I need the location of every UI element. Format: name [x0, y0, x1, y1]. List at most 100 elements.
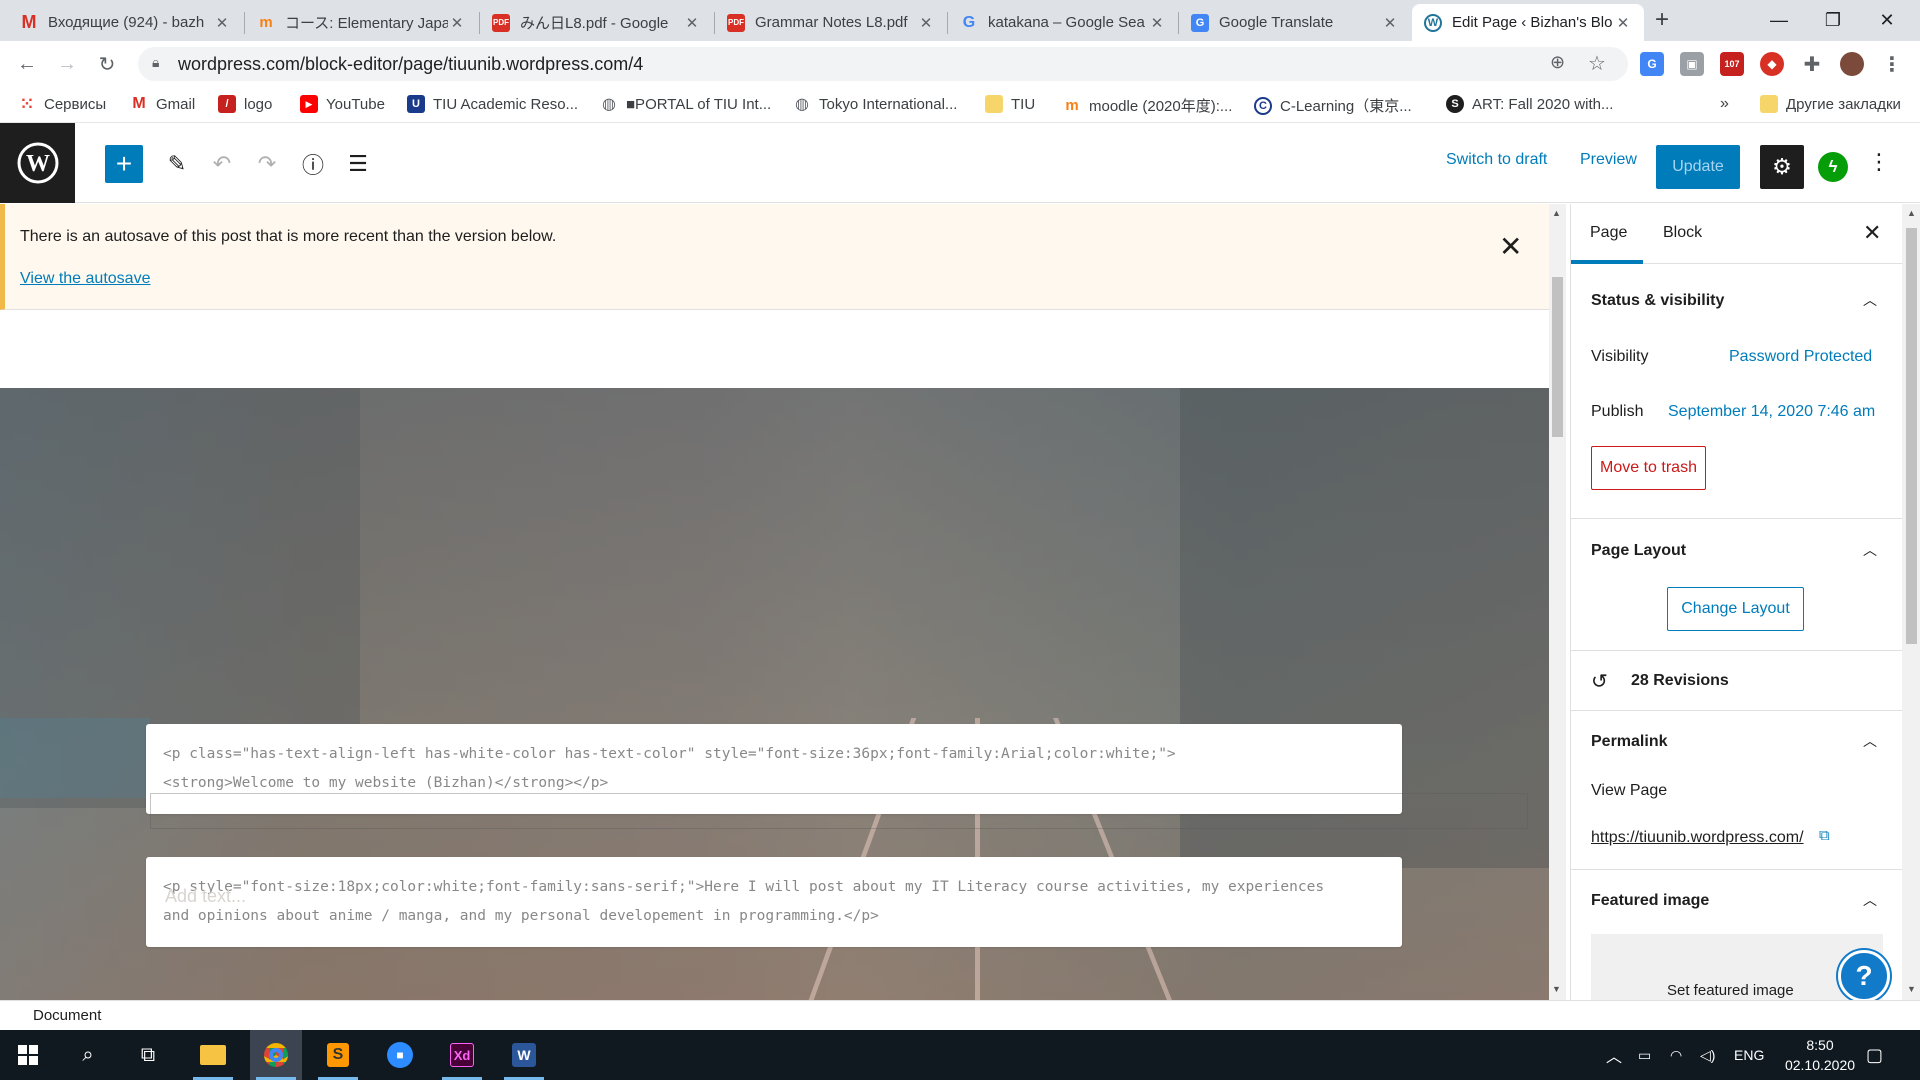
preview-button[interactable]: Preview — [1580, 151, 1637, 169]
bookmark-gmail[interactable]: M Gmail — [130, 95, 195, 113]
change-layout-button[interactable]: Change Layout — [1667, 587, 1804, 631]
chrome-icon[interactable] — [250, 1030, 302, 1080]
permalink-url[interactable]: https://tiuunib.wordpress.com/ — [1591, 829, 1804, 847]
reload-icon[interactable]: ↻ — [92, 49, 122, 79]
scrollbar-thumb[interactable] — [1552, 277, 1563, 437]
revisions-link[interactable]: 28 Revisions — [1631, 672, 1729, 690]
minimize-icon[interactable]: — — [1752, 0, 1806, 41]
browser-tab-pdf-2[interactable]: PDF Grammar Notes L8.pdf ✕ — [715, 4, 947, 41]
panel-title[interactable]: Featured image — [1591, 892, 1709, 910]
zoom-icon[interactable]: ■ — [374, 1030, 426, 1080]
bookmark-youtube[interactable]: ▶ YouTube — [300, 95, 385, 113]
forward-icon[interactable]: → — [52, 49, 82, 79]
other-bookmarks[interactable]: Другие закладки — [1760, 95, 1901, 113]
language-indicator[interactable]: ENG — [1734, 1030, 1764, 1080]
tab-page[interactable]: Page — [1590, 224, 1627, 242]
editor-scrollbar[interactable]: ▲ ▼ — [1549, 204, 1566, 1000]
panel-title[interactable]: Permalink — [1591, 733, 1667, 751]
bookmark-services[interactable]: ⁙ Сервисы — [18, 95, 106, 114]
bookmark-star-icon[interactable]: ☆ — [1588, 51, 1606, 76]
file-explorer-icon[interactable] — [187, 1030, 239, 1080]
browser-tab-gmail[interactable]: M Входящие (924) - bazh ✕ — [8, 4, 243, 41]
tray-chevron-icon[interactable]: ︿ — [1606, 1030, 1622, 1080]
scroll-down-icon[interactable]: ▼ — [1907, 984, 1916, 994]
restore-icon[interactable]: ❐ — [1806, 0, 1860, 41]
windows-start-icon[interactable] — [2, 1030, 54, 1080]
browser-tab-moodle[interactable]: m コース: Elementary Japan ✕ — [245, 4, 478, 41]
puzzle-icon[interactable]: ✚ — [1800, 52, 1824, 76]
bookmarks-overflow[interactable]: » — [1720, 95, 1729, 113]
sublime-icon[interactable]: S — [312, 1030, 364, 1080]
bookmark-tiu-academic[interactable]: U TIU Academic Reso... — [407, 95, 578, 113]
adobe-xd-icon[interactable]: Xd — [436, 1030, 488, 1080]
wifi-icon[interactable]: ◠ — [1670, 1030, 1682, 1080]
bookmark-tokyo-international[interactable]: ◍ Tokyo International... — [793, 95, 957, 114]
chevron-up-icon[interactable]: ︿ — [1863, 540, 1877, 560]
panel-title[interactable]: Page Layout — [1591, 542, 1686, 560]
tab-block[interactable]: Block — [1663, 224, 1702, 242]
close-tab-icon[interactable]: ✕ — [1381, 14, 1399, 32]
back-icon[interactable]: ← — [12, 49, 42, 79]
close-tab-icon[interactable]: ✕ — [683, 14, 701, 32]
close-tab-icon[interactable]: ✕ — [1148, 14, 1166, 32]
add-block-button[interactable]: + — [105, 145, 143, 183]
revisions-panel[interactable]: ↺ 28 Revisions — [1571, 651, 1902, 711]
cover-block[interactable]: <p class="has-text-align-left has-white-… — [0, 388, 1549, 1000]
extension-icon[interactable]: ▣ — [1680, 52, 1704, 76]
visibility-value[interactable]: Password Protected — [1729, 348, 1872, 366]
notifications-icon[interactable]: ▢ — [1866, 1030, 1883, 1080]
breadcrumb-document[interactable]: Document — [33, 1007, 101, 1024]
undo-icon[interactable]: ↶ — [203, 145, 241, 183]
help-icon[interactable]: ? — [1838, 950, 1890, 1002]
edit-tools-icon[interactable]: ✎ — [158, 145, 196, 183]
view-autosave-link[interactable]: View the autosave — [20, 270, 150, 288]
update-button[interactable]: Update — [1656, 145, 1740, 189]
address-bar[interactable]: 🔒︎ wordpress.com/block-editor/page/tiuun… — [138, 47, 1628, 81]
clock[interactable]: 8:50 02.10.2020 — [1768, 1030, 1872, 1080]
browser-tab-google-search[interactable]: G katakana – Google Sea ✕ — [948, 4, 1178, 41]
shield-extension-icon[interactable]: ◆ — [1760, 52, 1784, 76]
bookmark-logo[interactable]: / logo — [218, 95, 272, 113]
bookmark-clearning[interactable]: C C-Learning（東京... — [1254, 95, 1412, 116]
wordpress-logo-button[interactable]: W — [0, 123, 75, 203]
bookmark-art[interactable]: S ART: Fall 2020 with... — [1446, 95, 1613, 113]
close-sidebar-icon[interactable]: ✕ — [1863, 220, 1881, 246]
close-window-icon[interactable]: ✕ — [1860, 0, 1914, 41]
sidebar-scrollbar[interactable]: ▲ ▼ — [1902, 204, 1920, 1000]
panel-title[interactable]: Status & visibility — [1591, 292, 1724, 310]
jetpack-icon[interactable]: ϟ — [1818, 152, 1848, 182]
scrollbar-thumb[interactable] — [1906, 228, 1917, 644]
html-block-intro[interactable]: <p style="font-size:18px;color:white;fon… — [146, 857, 1402, 947]
browser-menu-icon[interactable]: ⋮ — [1880, 52, 1904, 76]
volume-icon[interactable]: ◁) — [1700, 1030, 1715, 1080]
redo-icon[interactable]: ↷ — [248, 145, 286, 183]
cover-placeholder[interactable]: Add text... — [165, 886, 246, 907]
chevron-up-icon[interactable]: ︿ — [1863, 290, 1877, 310]
browser-tab-pdf-1[interactable]: PDF みん日L8.pdf - Google ✕ — [480, 4, 713, 41]
avatar[interactable] — [1840, 52, 1864, 76]
battery-icon[interactable]: ▭ — [1638, 1030, 1651, 1080]
close-tab-icon[interactable]: ✕ — [1614, 14, 1632, 32]
translate-extension-icon[interactable]: G — [1640, 52, 1664, 76]
more-options-icon[interactable]: ⋮ — [1868, 149, 1890, 175]
bookmark-tiu-folder[interactable]: TIU — [985, 95, 1035, 113]
task-view-icon[interactable]: ⧉ — [122, 1030, 174, 1080]
browser-tab-wordpress[interactable]: W Edit Page ‹ Bizhan's Blo ✕ — [1412, 4, 1644, 41]
chevron-up-icon[interactable]: ︿ — [1863, 731, 1877, 751]
close-tab-icon[interactable]: ✕ — [448, 14, 466, 32]
new-tab-button[interactable]: + — [1655, 6, 1669, 34]
scroll-up-icon[interactable]: ▲ — [1552, 208, 1561, 218]
scroll-down-icon[interactable]: ▼ — [1552, 984, 1561, 994]
settings-gear-icon[interactable]: ⚙ — [1760, 145, 1804, 189]
list-view-icon[interactable]: ☰ — [339, 145, 377, 183]
search-icon[interactable]: ⌕ — [62, 1030, 114, 1080]
move-to-trash-button[interactable]: Move to trash — [1591, 446, 1706, 490]
switch-to-draft-button[interactable]: Switch to draft — [1446, 151, 1547, 169]
close-notice-icon[interactable]: ✕ — [1499, 230, 1522, 263]
browser-tab-translate[interactable]: G Google Translate ✕ — [1179, 4, 1411, 41]
publish-date[interactable]: September 14, 2020 7:46 am — [1668, 403, 1875, 421]
info-icon[interactable]: ⓘ — [294, 145, 332, 183]
word-icon[interactable]: W — [498, 1030, 550, 1080]
chevron-up-icon[interactable]: ︿ — [1863, 890, 1877, 910]
scroll-up-icon[interactable]: ▲ — [1907, 208, 1916, 218]
